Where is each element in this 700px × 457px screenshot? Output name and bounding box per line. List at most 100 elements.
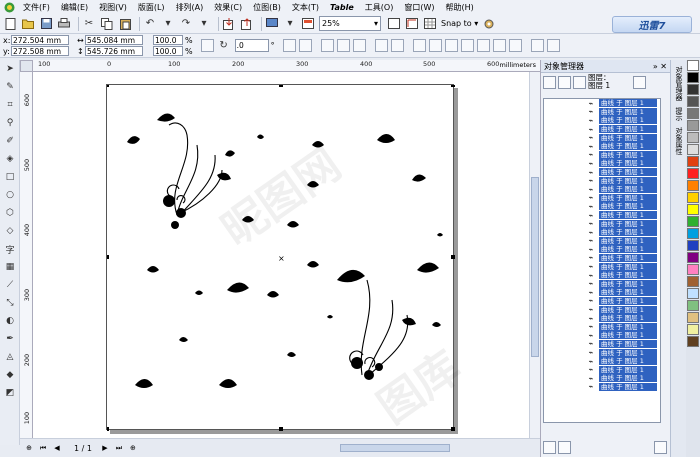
menu-help[interactable]: 帮助(H) xyxy=(446,2,474,13)
undo-dropdown-icon[interactable]: ▾ xyxy=(161,17,175,31)
object-row[interactable]: ⌁ 曲线 于 图层 1 xyxy=(544,142,660,151)
color-swatch[interactable] xyxy=(687,84,699,95)
object-row[interactable]: ⌁ 曲线 于 图层 1 xyxy=(544,159,660,168)
color-swatch[interactable] xyxy=(687,168,699,179)
color-swatch[interactable] xyxy=(687,204,699,215)
welcome-screen-icon[interactable] xyxy=(301,17,315,31)
ruler-origin[interactable] xyxy=(20,60,33,72)
mirror-vertical-icon[interactable] xyxy=(298,39,312,52)
object-row[interactable]: ⌁ 曲线 于 图层 1 xyxy=(544,245,660,254)
object-row[interactable]: ⌁ 曲线 于 图层 1 xyxy=(544,168,660,177)
zoom-tool-icon[interactable]: ⚲ xyxy=(2,116,18,130)
object-row[interactable]: ⌁ 曲线 于 图层 1 xyxy=(544,176,660,185)
color-swatch[interactable] xyxy=(687,96,699,107)
object-row[interactable]: ⌁ 曲线 于 图层 1 xyxy=(544,322,660,331)
cut-icon[interactable]: ✂ xyxy=(82,17,96,31)
object-row[interactable]: ⌁ 曲线 于 图层 1 xyxy=(544,193,660,202)
drawing-canvas[interactable]: × 昵图网 图库 xyxy=(33,72,529,438)
menu-text[interactable]: 文本(T) xyxy=(292,2,319,13)
object-row[interactable]: ⌁ 曲线 于 图层 1 xyxy=(544,279,660,288)
ellipse-tool-icon[interactable]: ○ xyxy=(2,188,18,202)
interactive-blend-tool-icon[interactable]: ◐ xyxy=(2,314,18,328)
color-swatch[interactable] xyxy=(687,240,699,251)
mirror-horizontal-icon[interactable] xyxy=(282,39,296,52)
show-rulers-icon[interactable] xyxy=(405,17,419,31)
delete-trash-icon[interactable] xyxy=(654,440,667,454)
docker-menu-arrow-icon[interactable] xyxy=(632,75,646,89)
color-swatch[interactable] xyxy=(687,192,699,203)
show-grid-icon[interactable] xyxy=(423,17,437,31)
menu-tools[interactable]: 工具(O) xyxy=(365,2,394,13)
align-distribute-icon[interactable] xyxy=(530,39,544,52)
color-swatch[interactable] xyxy=(687,228,699,239)
scale-x-input[interactable]: 100.0 xyxy=(153,35,183,45)
menu-window[interactable]: 窗口(W) xyxy=(404,2,434,13)
copy-icon[interactable] xyxy=(100,17,114,31)
object-row[interactable]: ⌁ 曲线 于 图层 1 xyxy=(544,253,660,262)
object-row[interactable]: ⌁ 曲线 于 图层 1 xyxy=(544,150,660,159)
redo-icon[interactable]: ↷ xyxy=(179,17,193,31)
object-row[interactable]: ⌁ 曲线 于 图层 1 xyxy=(544,202,660,211)
object-row[interactable]: ⌁ 曲线 于 图层 1 xyxy=(544,365,660,374)
object-row[interactable]: ⌁ 曲线 于 图层 1 xyxy=(544,185,660,194)
eyedropper-tool-icon[interactable]: ✒ xyxy=(2,332,18,346)
menu-file[interactable]: 文件(F) xyxy=(23,2,50,13)
color-swatch[interactable] xyxy=(687,324,699,335)
weld-icon[interactable] xyxy=(412,39,426,52)
scale-y-input[interactable]: 100.0 xyxy=(153,46,183,56)
redo-dropdown-icon[interactable]: ▾ xyxy=(197,17,211,31)
menu-effects[interactable]: 效果(C) xyxy=(214,2,242,13)
object-row[interactable]: ⌁ 曲线 于 图层 1 xyxy=(544,357,660,366)
color-swatch[interactable] xyxy=(687,288,699,299)
horizontal-scroll-thumb[interactable] xyxy=(340,444,450,452)
x-position-input[interactable]: 272.504 mm xyxy=(11,35,69,45)
trim-icon[interactable] xyxy=(428,39,442,52)
ungroup-icon[interactable] xyxy=(336,39,350,52)
color-swatch[interactable] xyxy=(687,336,699,347)
launcher-dropdown-icon[interactable]: ▾ xyxy=(283,17,297,31)
menu-arrange[interactable]: 排列(A) xyxy=(176,2,204,13)
object-list[interactable]: ⌁ 曲线 于 图层 1 ⌁ 曲线 于 图层 1 ⌁ 曲线 于 图层 1 ⌁ 曲线 于 图层 1… xyxy=(543,98,661,423)
print-icon[interactable] xyxy=(57,17,71,31)
application-launcher-icon[interactable] xyxy=(265,17,279,31)
object-row[interactable]: ⌁ 曲线 于 图层 1 xyxy=(544,211,660,220)
combine-icon[interactable] xyxy=(374,39,388,52)
group-icon[interactable] xyxy=(320,39,334,52)
polygon-tool-icon[interactable]: ⬡ xyxy=(2,206,18,220)
first-page-icon[interactable]: ⏮ xyxy=(38,443,48,453)
color-swatch[interactable] xyxy=(687,72,699,83)
back-minus-front-icon[interactable] xyxy=(492,39,506,52)
intersect-icon[interactable] xyxy=(444,39,458,52)
open-folder-icon[interactable] xyxy=(21,17,35,31)
vertical-ruler[interactable]: 600 500 400 300 200 100 xyxy=(20,72,33,442)
snap-to-dropdown[interactable]: Snap to ▾ xyxy=(441,19,478,28)
color-swatch[interactable] xyxy=(687,252,699,263)
object-row[interactable]: ⌁ 曲线 于 图层 1 xyxy=(544,331,660,340)
rotation-angle-input[interactable]: .0 xyxy=(234,39,269,52)
break-apart-icon[interactable] xyxy=(390,39,404,52)
color-swatch[interactable] xyxy=(687,180,699,191)
y-position-input[interactable]: 272.508 mm xyxy=(11,46,69,56)
tab-object-properties[interactable]: 对象属性 xyxy=(674,127,684,155)
object-row[interactable]: ⌁ 曲线 于 图层 1 xyxy=(544,107,660,116)
menu-bitmaps[interactable]: 位图(B) xyxy=(253,2,281,13)
color-swatch[interactable] xyxy=(687,312,699,323)
object-row[interactable]: ⌁ 曲线 于 图层 1 xyxy=(544,288,660,297)
tab-object-manager[interactable]: 对象管理器 xyxy=(674,66,684,101)
object-row[interactable]: ⌁ 曲线 于 图层 1 xyxy=(544,374,660,383)
color-swatch[interactable] xyxy=(687,108,699,119)
docker-controls[interactable]: » ✕ xyxy=(653,62,667,71)
text-tool-icon[interactable]: 字 xyxy=(2,242,18,256)
front-minus-back-icon[interactable] xyxy=(476,39,490,52)
object-row[interactable]: ⌁ 曲线 于 图层 1 xyxy=(544,116,660,125)
vertical-scrollbar[interactable] xyxy=(529,72,540,438)
next-page-icon[interactable]: ▶ xyxy=(100,443,110,453)
object-row[interactable]: ⌁ 曲线 于 图层 1 xyxy=(544,314,660,323)
menu-edit[interactable]: 编辑(E) xyxy=(61,2,88,13)
smart-fill-tool-icon[interactable]: ◈ xyxy=(2,152,18,166)
vertical-scroll-thumb[interactable] xyxy=(531,177,539,357)
color-swatch[interactable] xyxy=(687,300,699,311)
zoom-level-select[interactable]: 25% ▾ xyxy=(319,16,381,31)
object-row[interactable]: ⌁ 曲线 于 图层 1 xyxy=(544,99,660,108)
connector-tool-icon[interactable]: ⤡ xyxy=(2,296,18,310)
